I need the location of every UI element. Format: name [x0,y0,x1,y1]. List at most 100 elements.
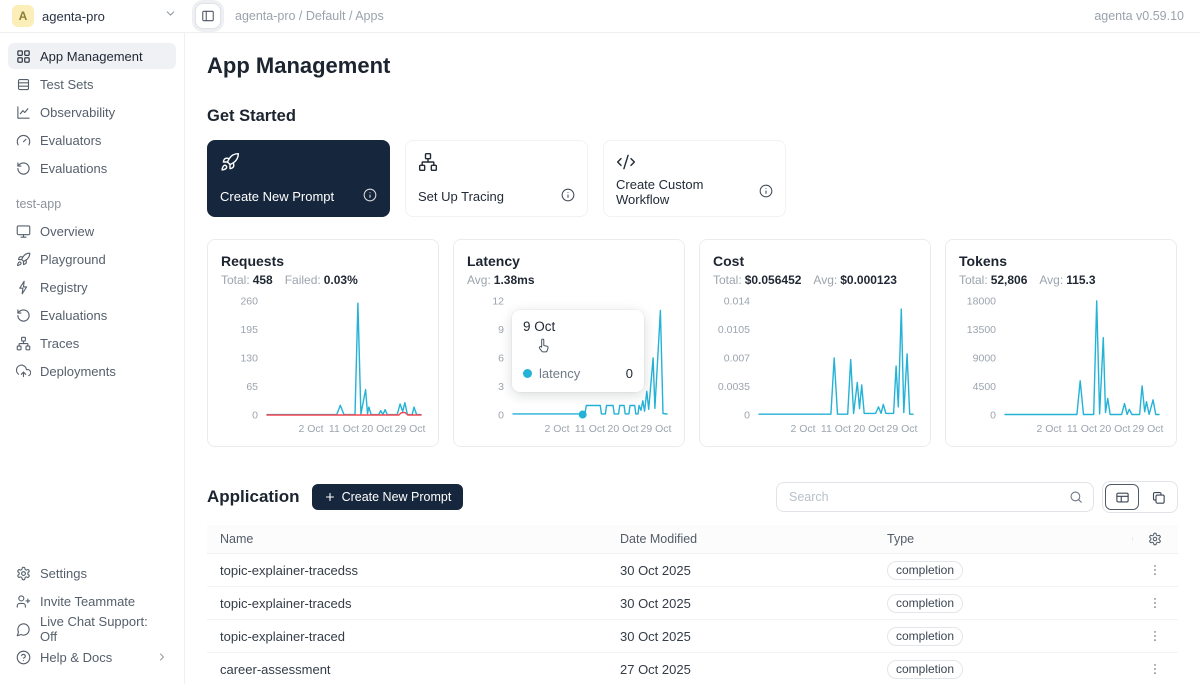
svg-text:0.0035: 0.0035 [718,381,750,393]
column-header-type[interactable]: Type [874,532,1132,546]
requests-chart-card: Requests Total:458 Failed:0.03% 06513019… [207,239,439,447]
help-circle-icon [16,650,31,665]
cloud-upload-icon [16,364,31,379]
sidebar-item-invite-teammate[interactable]: Invite Teammate [8,588,176,614]
sidebar-item-test-sets[interactable]: Test Sets [8,71,176,97]
cost-chart[interactable]: 00.00350.0070.01050.0142 Oct11 Oct20 Oct… [713,291,919,437]
latency-chart-card: Latency Avg:1.38ms 0369122 Oct11 Oct20 O… [453,239,685,447]
topbar: A agenta-pro agenta-pro / Default / Apps… [0,0,1200,33]
set-up-tracing-card[interactable]: Set Up Tracing [405,140,588,217]
sidebar-toggle-button[interactable] [195,3,221,29]
svg-text:29 Oct: 29 Oct [1133,423,1164,435]
create-custom-workflow-card[interactable]: Create Custom Workflow [603,140,786,217]
sidebar-item-evaluations[interactable]: Evaluations [8,155,176,181]
code-icon [616,152,773,177]
chat-bubble-icon [16,622,31,637]
search-input[interactable] [787,489,1069,505]
breadcrumb[interactable]: agenta-pro / Default / Apps [235,9,384,23]
search-icon[interactable] [1069,490,1083,504]
svg-text:9: 9 [498,324,504,336]
chart-stats: Total:52,806 Avg:115.3 [959,273,1163,287]
svg-text:6: 6 [498,353,504,365]
row-menu-button[interactable] [1146,594,1164,612]
table-view-icon [1115,490,1130,505]
workspace-name: agenta-pro [42,9,105,24]
table-view-button[interactable] [1105,484,1139,510]
tooltip-date: 9 Oct [523,319,633,334]
sidebar-item-app-management[interactable]: App Management [8,43,176,69]
tooltip-value: 0 [626,366,633,381]
workspace-selector[interactable]: A agenta-pro [0,5,185,27]
row-menu-button[interactable] [1146,627,1164,645]
sidebar-item-label: Evaluations [40,161,107,176]
svg-text:20 Oct: 20 Oct [608,423,639,435]
chart-title: Latency [467,253,671,269]
row-menu-button[interactable] [1146,561,1164,579]
rocket-icon [220,152,377,177]
create-new-prompt-card[interactable]: Create New Prompt [207,140,390,217]
sidebar-item-label: Invite Teammate [40,594,135,609]
page-title: App Management [207,53,1178,79]
app-name: career-assessment [207,662,607,677]
chevron-right-icon [156,651,168,663]
card-view-button[interactable] [1141,484,1175,510]
applications-table: Name Date Modified Type topic-explainer-… [207,525,1178,684]
get-started-cards: Create New Prompt Set Up Tracing Create … [207,140,1178,217]
svg-text:18000: 18000 [967,296,996,308]
sidebar-item-observability[interactable]: Observability [8,99,176,125]
workspace-avatar: A [12,5,34,27]
sidebar-item-deployments[interactable]: Deployments [8,358,176,384]
table-settings-button[interactable] [1146,530,1164,548]
zap-icon [16,280,31,295]
table-row[interactable]: career-assessment 27 Oct 2025 completion [207,653,1178,684]
series-dot [523,369,532,378]
app-name: topic-explainer-tracedss [207,563,607,578]
sidebar-item-playground[interactable]: Playground [8,246,176,272]
sidebar-item-overview[interactable]: Overview [8,218,176,244]
sidebar-item-traces[interactable]: Traces [8,330,176,356]
type-badge: completion [887,561,963,580]
svg-text:13500: 13500 [967,324,996,336]
sidebar-item-help-docs[interactable]: Help & Docs [8,644,176,670]
sidebar-item-app-evaluations[interactable]: Evaluations [8,302,176,328]
table-icon [16,77,31,92]
tooltip-series-name: latency [539,366,580,381]
svg-text:0: 0 [498,410,504,422]
svg-text:0: 0 [744,410,750,422]
card-view-icon [1151,490,1166,505]
sidebar-item-evaluators[interactable]: Evaluators [8,127,176,153]
create-new-prompt-button[interactable]: Create New Prompt [312,484,464,510]
tokens-chart-card: Tokens Total:52,806 Avg:115.3 0450090001… [945,239,1177,447]
tokens-chart[interactable]: 04500900013500180002 Oct11 Oct20 Oct29 O… [959,291,1165,437]
info-icon[interactable] [561,188,575,205]
sidebar-item-label: Test Sets [40,77,93,92]
info-icon[interactable] [363,188,377,205]
sidebar-item-settings[interactable]: Settings [8,560,176,586]
svg-text:29 Oct: 29 Oct [887,423,918,435]
svg-text:20 Oct: 20 Oct [362,423,393,435]
svg-text:20 Oct: 20 Oct [854,423,885,435]
row-menu-button[interactable] [1146,660,1164,678]
application-header: Application Create New Prompt [207,481,1178,513]
table-row[interactable]: topic-explainer-tracedss 30 Oct 2025 com… [207,554,1178,587]
sidebar-item-live-chat[interactable]: Live Chat Support: Off [8,616,176,642]
column-header-name[interactable]: Name [207,532,607,546]
sidebar-item-registry[interactable]: Registry [8,274,176,300]
table-row[interactable]: topic-explainer-traced 30 Oct 2025 compl… [207,620,1178,653]
column-header-date-modified[interactable]: Date Modified [607,532,874,546]
app-name: topic-explainer-traceds [207,596,607,611]
get-started-title: Get Started [207,107,1178,126]
svg-text:11 Oct: 11 Oct [1067,423,1097,435]
chart-title: Cost [713,253,917,269]
table-row[interactable]: topic-explainer-traceds 30 Oct 2025 comp… [207,587,1178,620]
info-icon[interactable] [759,184,773,201]
svg-text:29 Oct: 29 Oct [641,423,672,435]
svg-text:2 Oct: 2 Oct [790,423,815,435]
network-icon [16,336,31,351]
requests-chart[interactable]: 0651301952602 Oct11 Oct20 Oct29 Oct [221,291,427,437]
app-version: agenta v0.59.10 [1094,9,1200,23]
chart-line-icon [16,105,31,120]
chart-stats: Total:458 Failed:0.03% [221,273,425,287]
svg-text:0: 0 [252,410,258,422]
sidebar-spacer [8,386,176,558]
